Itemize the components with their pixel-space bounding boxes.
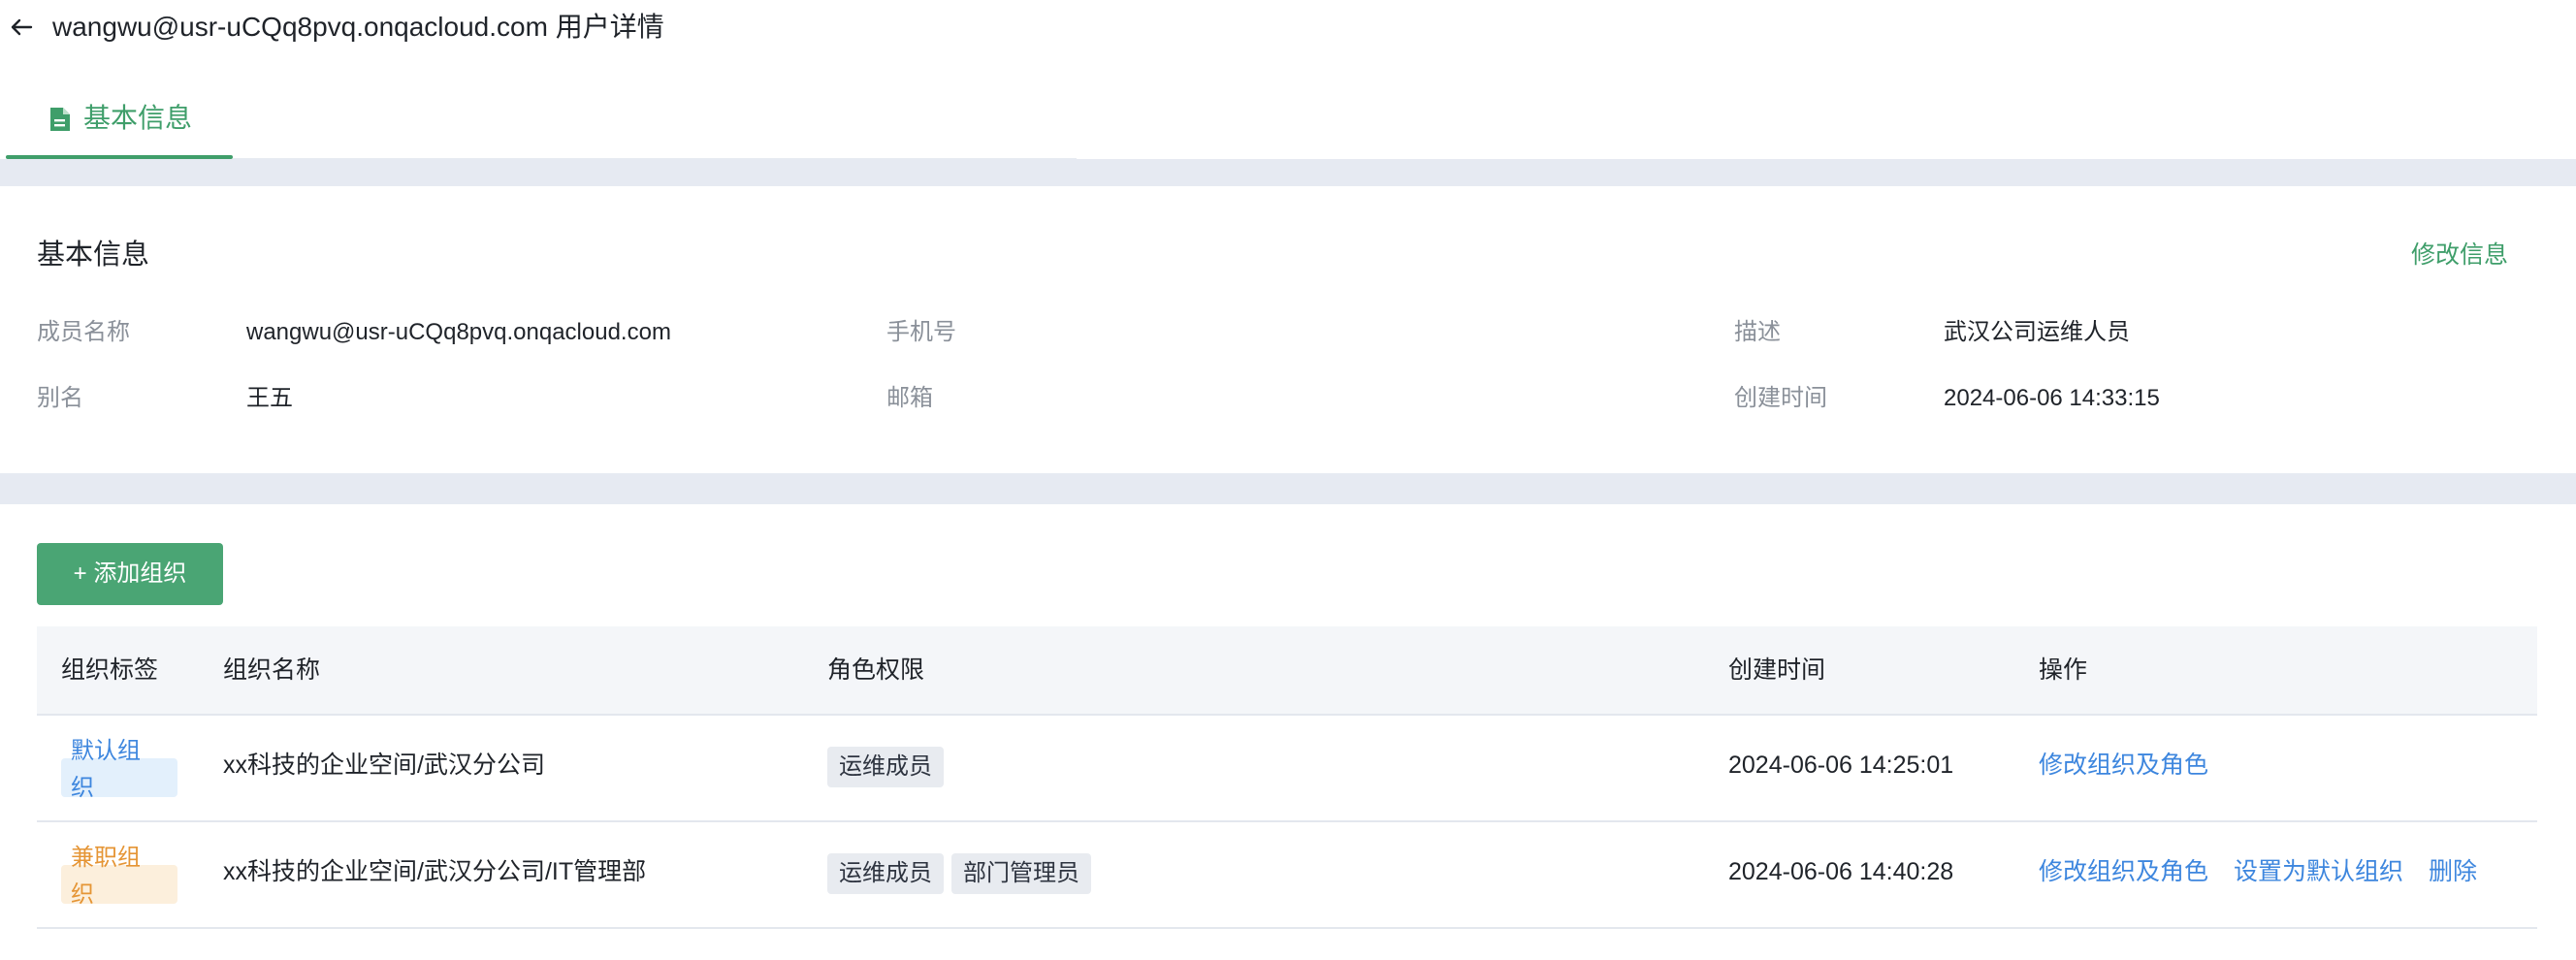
add-org-button[interactable]: + 添加组织 xyxy=(37,543,223,605)
column-header-created: 创建时间 xyxy=(1728,656,1826,684)
edit-org-role-link[interactable]: 修改组织及角色 xyxy=(2039,749,2208,782)
member-name-label: 成员名称 xyxy=(37,319,130,345)
description-value: 武汉公司运维人员 xyxy=(1944,319,2130,345)
table-row: 默认组织 xx科技的企业空间/武汉分公司 运维成员 2024-06-06 14:… xyxy=(37,716,2537,822)
back-arrow-icon[interactable] xyxy=(8,14,35,41)
page-title: wangwu@usr-uCQq8pvq.onqacloud.com 用户详情 xyxy=(52,12,664,42)
alias-value: 王五 xyxy=(246,385,293,411)
role-chips: 运维成员 xyxy=(827,747,944,787)
role-chip: 运维成员 xyxy=(827,747,944,787)
default-org-tag: 默认组织 xyxy=(61,733,177,811)
email-label: 邮箱 xyxy=(886,385,933,411)
section-divider xyxy=(0,473,2576,504)
column-header-actions: 操作 xyxy=(2039,656,2088,684)
edit-org-role-link[interactable]: 修改组织及角色 xyxy=(2039,855,2208,888)
org-created-time: 2024-06-06 14:40:28 xyxy=(1728,858,1954,885)
column-header-roles: 角色权限 xyxy=(827,656,925,684)
table-row: 兼职组织 xx科技的企业空间/武汉分公司/IT管理部 运维成员 部门管理员 20… xyxy=(37,822,2537,929)
tab-basic-info-label: 基本信息 xyxy=(83,103,193,133)
role-chip: 部门管理员 xyxy=(951,853,1091,894)
column-header-org-tag: 组织标签 xyxy=(61,656,159,684)
row-actions: 修改组织及角色 设置为默认组织 删除 xyxy=(2039,855,2477,888)
column-header-org-name: 组织名称 xyxy=(223,656,321,684)
delete-org-link[interactable]: 删除 xyxy=(2429,855,2477,888)
set-default-org-link[interactable]: 设置为默认组织 xyxy=(2234,855,2403,888)
org-created-time: 2024-06-06 14:25:01 xyxy=(1728,752,1954,779)
org-name: xx科技的企业空间/武汉分公司/IT管理部 xyxy=(223,858,647,885)
role-chip: 运维成员 xyxy=(827,853,944,894)
section-divider xyxy=(0,159,2576,186)
row-actions: 修改组织及角色 xyxy=(2039,749,2208,782)
phone-label: 手机号 xyxy=(886,319,956,345)
org-name: xx科技的企业空间/武汉分公司 xyxy=(223,752,545,779)
created-value: 2024-06-06 14:33:15 xyxy=(1944,385,2160,411)
description-label: 描述 xyxy=(1734,319,1781,345)
role-chips: 运维成员 部门管理员 xyxy=(827,853,1091,894)
edit-info-link[interactable]: 修改信息 xyxy=(2411,240,2508,271)
basic-info-title: 基本信息 xyxy=(37,240,150,271)
member-name-value: wangwu@usr-uCQq8pvq.onqacloud.com xyxy=(246,319,671,345)
table-header: 组织标签 组织名称 角色权限 创建时间 操作 xyxy=(37,626,2537,716)
document-icon xyxy=(48,106,72,133)
alias-label: 别名 xyxy=(37,385,83,411)
created-label: 创建时间 xyxy=(1734,385,1827,411)
tab-basic-info[interactable]: 基本信息 xyxy=(6,85,233,161)
part-time-org-tag: 兼职组织 xyxy=(61,840,177,917)
